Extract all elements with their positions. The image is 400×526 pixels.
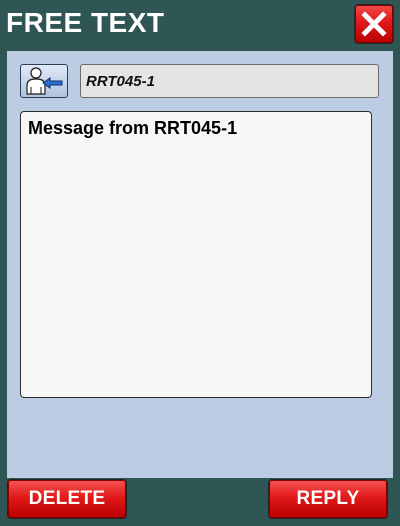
message-panel: RRT045-1 Message from RRT045-1 [7, 51, 393, 478]
reply-button[interactable]: REPLY [269, 480, 387, 518]
free-text-window: FREE TEXT RRT045-1 Message from RRT045-1… [0, 0, 400, 526]
user-arrow-icon [26, 67, 63, 95]
window-title: FREE TEXT [6, 7, 165, 38]
sender-button[interactable] [20, 64, 68, 98]
close-icon [361, 11, 387, 37]
close-button[interactable] [355, 5, 393, 43]
message-body[interactable]: Message from RRT045-1 [20, 111, 372, 398]
delete-button[interactable]: DELETE [8, 480, 126, 518]
sender-field: RRT045-1 [80, 64, 379, 98]
